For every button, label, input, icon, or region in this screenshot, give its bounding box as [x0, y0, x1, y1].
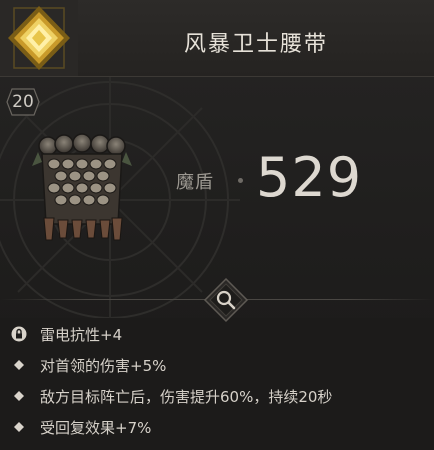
- lock-icon: [10, 325, 28, 343]
- affix-item: 雷电抗性+4: [10, 322, 122, 346]
- rarity-gem-icon: [0, 0, 78, 76]
- item-level: 20: [12, 92, 34, 112]
- stat-separator-dot: [238, 178, 243, 183]
- diamond-bullet-icon: [10, 356, 28, 374]
- affix-item: 受回复效果+7%: [10, 415, 151, 439]
- stat-label: 魔盾: [176, 172, 214, 193]
- item-level-badge: 20: [6, 88, 40, 116]
- item-name: 风暴卫士腰带: [183, 32, 328, 57]
- tooltip-header: 风暴卫士腰带: [0, 0, 434, 77]
- affix-item: 对首领的伤害+5%: [10, 353, 166, 377]
- belt-item-icon: [32, 133, 132, 241]
- affix-text: 对首领的伤害+5%: [40, 356, 167, 375]
- affix-list: 雷电抗性+4 对首领的伤害+5% 敌方目标阵亡后，伤害提升60%，持续20秒 受…: [0, 318, 434, 450]
- diamond-bullet-icon: [10, 387, 28, 405]
- affix-text: 受回复效果+7%: [40, 418, 152, 437]
- diamond-bullet-icon: [10, 418, 28, 436]
- inspect-button[interactable]: [203, 277, 249, 323]
- affix-text: 雷电抗性+4: [40, 325, 123, 344]
- item-tooltip: 风暴卫士腰带 20 魔盾 529 雷电抗性+4 对首领的伤害+5% 敌方目标阵亡…: [0, 0, 434, 450]
- magnifier-icon: [203, 277, 249, 323]
- stat-value: 529: [256, 146, 363, 209]
- affix-text: 敌方目标阵亡后，伤害提升60%，持续20秒: [40, 387, 333, 406]
- affix-item: 敌方目标阵亡后，伤害提升60%，持续20秒: [10, 384, 332, 408]
